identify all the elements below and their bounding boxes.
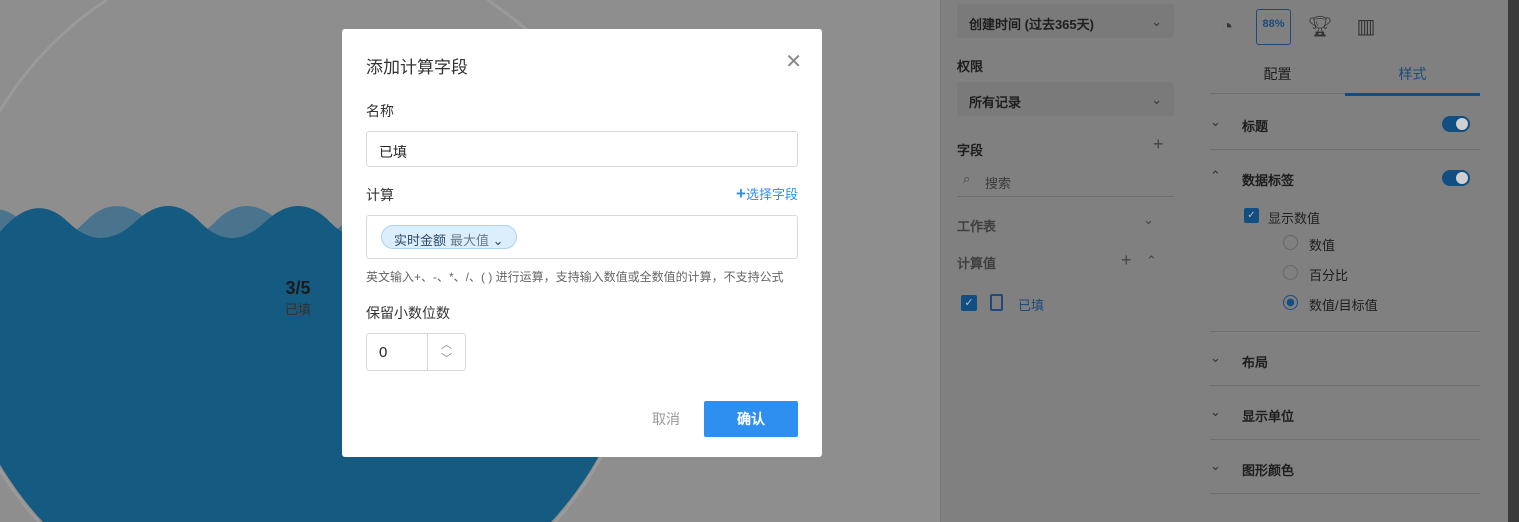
permission-label: 权限 — [957, 59, 984, 74]
progress-icon[interactable]: 88% — [1256, 9, 1291, 45]
time-filter-select[interactable]: 创建时间 (过去365天) ⌄ — [957, 4, 1174, 38]
section-data-label: ⌃ 数据标签 ✓ 显示数值 数值 百分比 数值/目标值 — [1210, 150, 1480, 332]
worksheet-label: 工作表 — [957, 219, 997, 234]
calc-label: 计算值 — [957, 256, 997, 271]
close-icon[interactable]: ✕ — [785, 49, 802, 74]
cancel-button[interactable]: 取消 — [642, 401, 690, 437]
name-input[interactable]: 已填 — [366, 131, 798, 167]
chevron-down-icon: ⌄ — [1151, 92, 1162, 107]
decimals-stepper[interactable]: 0 ︿ ﹀ — [366, 333, 466, 371]
progress-icon-text: 88% — [1262, 18, 1285, 30]
calc-item-checkbox[interactable]: ✓ — [961, 295, 977, 311]
chevron-up-icon[interactable]: ⌃ — [1146, 253, 1157, 269]
tab-style[interactable]: 样式 — [1345, 64, 1480, 96]
add-calc-field-dialog: 添加计算字段 ✕ 名称 已填 计算 +选择字段 实时金额 最大值 ⌄ 英文输入+、… — [342, 29, 822, 457]
chevron-up-icon[interactable]: ⌃ — [1210, 168, 1221, 184]
calculator-icon — [990, 294, 1003, 311]
title-toggle[interactable] — [1442, 116, 1470, 132]
select-field-label: 选择字段 — [745, 187, 798, 202]
calc-label: 计算 — [366, 187, 394, 203]
chevron-down-icon: ⌄ — [1210, 458, 1221, 473]
gauge-icon[interactable]: ◔ — [1212, 12, 1242, 42]
section-layout[interactable]: ⌄ 布局 — [1210, 332, 1480, 386]
data-label-toggle[interactable] — [1442, 170, 1470, 186]
section-unit[interactable]: ⌄ 显示单位 — [1210, 386, 1480, 440]
dialog-title: 添加计算字段 — [366, 58, 468, 77]
search-icon: ⌕ — [963, 171, 971, 186]
calc-item-label[interactable]: 已填 — [1018, 295, 1044, 314]
fields-label: 字段 — [957, 143, 984, 158]
data-config-panel: 创建时间 (过去365天) ⌄ 权限 所有记录 ⌄ 字段 + ⌕ 搜索 工作表 ⌄ … — [940, 0, 1195, 522]
radio-value-label: 数值 — [1309, 238, 1336, 253]
select-field-button[interactable]: +选择字段 — [736, 184, 798, 204]
section-title-label: 标题 — [1242, 119, 1269, 134]
section-layout-label: 布局 — [1242, 355, 1269, 370]
add-calc-icon[interactable]: + — [1121, 250, 1132, 271]
section-title[interactable]: ⌄ 标题 — [1210, 96, 1480, 150]
stepper-arrows[interactable]: ︿ ﹀ — [427, 334, 465, 370]
scrollbar[interactable] — [1500, 0, 1519, 522]
field-chip[interactable]: 实时金额 最大值 ⌄ — [381, 225, 517, 249]
chevron-down-icon[interactable]: ⌄ — [1143, 212, 1154, 228]
name-label: 名称 — [366, 103, 394, 119]
field-search[interactable]: ⌕ 搜索 — [957, 165, 1174, 197]
decimals-value[interactable]: 0 — [379, 344, 387, 361]
tab-config[interactable]: 配置 — [1210, 64, 1345, 94]
section-data-label-label: 数据标签 — [1242, 173, 1295, 188]
radio-value[interactable] — [1283, 235, 1298, 250]
chevron-down-icon: ⌄ — [1210, 404, 1221, 419]
permission-select[interactable]: 所有记录 ⌄ — [957, 82, 1174, 116]
radio-percent-label: 百分比 — [1309, 268, 1349, 283]
chevron-down-icon: ⌄ — [1210, 350, 1221, 365]
chip-aggregation: 最大值 — [450, 233, 490, 248]
trophy-icon[interactable]: 🏆︎ — [1305, 12, 1335, 42]
chevron-down-icon[interactable]: ⌄ — [493, 233, 504, 248]
show-value-checkbox[interactable]: ✓ — [1244, 208, 1259, 223]
time-filter-value: 创建时间 (过去365天) — [969, 17, 1094, 32]
decimals-label: 保留小数位数 — [366, 305, 450, 321]
formula-hint: 英文输入+、-、*、/、( ) 进行运算，支持输入数值或全数值的计算，不支持公式 — [366, 270, 784, 284]
chevron-down-icon: ⌄ — [1210, 114, 1221, 129]
section-unit-label: 显示单位 — [1242, 409, 1295, 424]
chevron-up-icon[interactable]: ︿ — [428, 338, 465, 352]
confirm-button[interactable]: 确认 — [704, 401, 798, 437]
section-color[interactable]: ⌄ 图形颜色 — [1210, 440, 1480, 494]
formula-input[interactable]: 实时金额 最大值 ⌄ — [366, 215, 798, 259]
chevron-down-icon: ⌄ — [1151, 14, 1162, 29]
add-field-icon[interactable]: + — [1153, 134, 1164, 155]
chart-center-value: 3/5 已填 — [270, 278, 326, 318]
show-value-label: 显示数值 — [1268, 211, 1321, 226]
radio-value-target[interactable] — [1283, 295, 1298, 310]
radio-value-target-label: 数值/目标值 — [1309, 298, 1378, 313]
search-input[interactable]: 搜索 — [985, 173, 1011, 192]
radio-percent[interactable] — [1283, 265, 1298, 280]
plus-icon: + — [736, 184, 746, 203]
chevron-down-icon[interactable]: ﹀ — [428, 352, 465, 366]
chart-value: 3/5 — [285, 278, 311, 298]
section-color-label: 图形颜色 — [1242, 463, 1295, 478]
style-panel: ◔ 88% 🏆︎ ▥ 配置 样式 ⌄ 标题 ⌃ 数据标签 ✓ 显示数值 数值 百分比… — [1195, 0, 1500, 522]
chart-label: 已填 — [284, 302, 311, 317]
chip-field: 实时金额 — [394, 233, 447, 248]
permission-value: 所有记录 — [969, 95, 1022, 110]
map-icon[interactable]: ▥ — [1351, 12, 1381, 42]
